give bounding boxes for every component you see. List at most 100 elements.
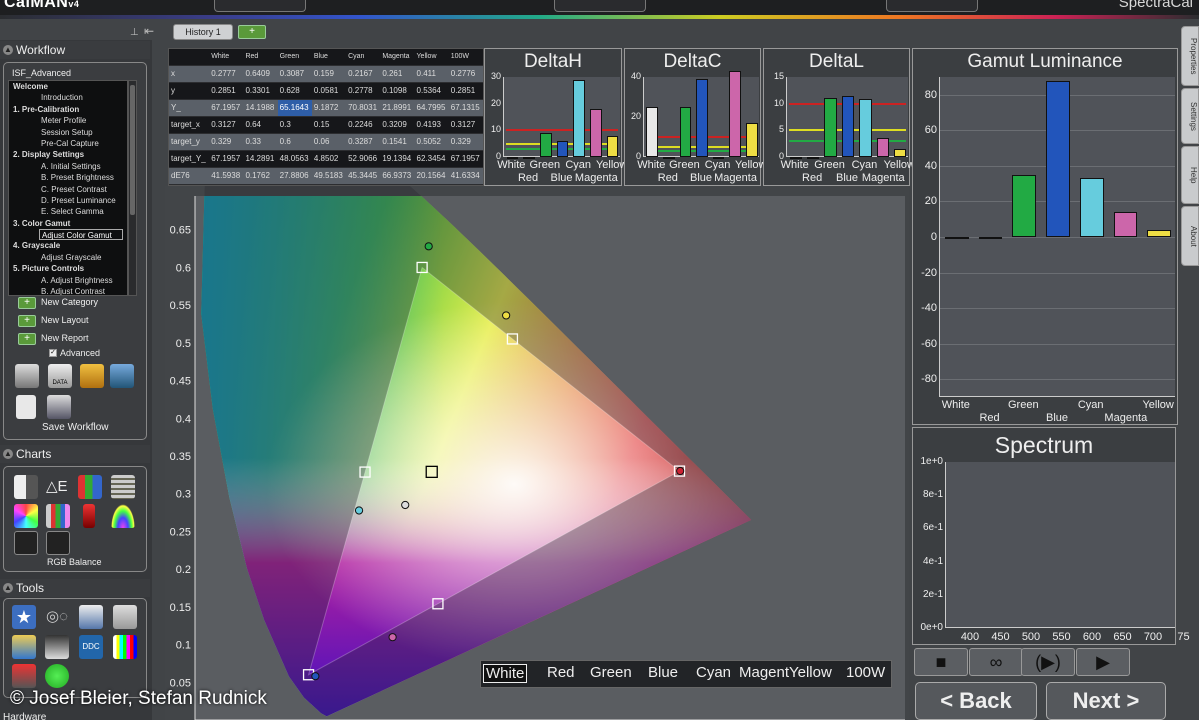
grid-row[interactable]: target_x 0.3127 0.64 0.3 0.15 0.2246 0.3209 0.4… — [169, 116, 483, 134]
grid-cell[interactable]: 0.2778 — [346, 82, 381, 100]
grid-row[interactable]: target_y 0.329 0.33 0.6 0.06 0.3287 0.1541 0.50… — [169, 133, 483, 151]
grid-cell[interactable]: 14.2891 — [243, 150, 278, 168]
workflow-step[interactable]: Pre-Cal Capture — [9, 138, 127, 149]
rgb-balance-icon[interactable] — [14, 531, 38, 555]
play-cycle-button[interactable]: (▶) — [1021, 648, 1075, 676]
color-selector[interactable]: White Red Green Blue Cyan Magent Yellow 100W — [480, 660, 892, 688]
grid-column-header[interactable]: White — [209, 49, 244, 66]
loop-button[interactable]: ∞ — [969, 648, 1023, 676]
new-report-plus-icon[interactable]: + — [18, 333, 36, 345]
grid-cell[interactable]: 62.3454 — [414, 150, 449, 168]
grid-cell[interactable]: 4.8502 — [311, 150, 347, 168]
workflow-step[interactable]: B. Preset Brightness — [9, 172, 127, 183]
workflow-step[interactable]: Meter Profile — [9, 115, 127, 126]
export-folder-icon[interactable] — [110, 364, 134, 388]
grid-cell[interactable]: 0.261 — [380, 65, 415, 83]
workflow-step[interactable]: Adjust Color Gamut — [39, 229, 123, 241]
workflow-scrollbar[interactable] — [128, 80, 137, 296]
grid-cell[interactable]: 67.1957 — [448, 150, 483, 168]
clipboard-tool-icon[interactable] — [113, 605, 137, 629]
rgb-bar-chart-icon[interactable] — [78, 475, 102, 499]
top-menu-button-2[interactable] — [554, 0, 646, 12]
stop-button[interactable]: ■ — [914, 648, 968, 676]
grid-row[interactable]: Y_ 67.1957 14.1988 65.1643 9.1872 70.8031 21.8… — [169, 99, 483, 117]
back-arrow-icon[interactable]: ⇤ — [144, 24, 162, 38]
grid-cell[interactable]: 0.3301 — [243, 82, 278, 100]
grid-column-header[interactable]: Green — [277, 49, 312, 66]
grid-cell[interactable]: 41.6334 — [448, 167, 483, 185]
grid-cell[interactable]: 0.3287 — [346, 133, 381, 151]
save-workflow-icon[interactable] — [47, 395, 71, 419]
workflow-step[interactable]: B. Adjust Contrast — [9, 286, 127, 295]
ddc-tool-icon[interactable]: DDC — [79, 635, 103, 659]
next-button[interactable]: Next > — [1046, 682, 1166, 720]
new-layout-button[interactable]: New Layout — [41, 315, 89, 325]
grid-cell[interactable]: 0.1541 — [380, 133, 415, 151]
grid-cell[interactable]: 0.3209 — [380, 116, 415, 134]
grid-cell[interactable]: 0.06 — [311, 133, 347, 151]
grid-cell[interactable]: 0.0581 — [311, 82, 347, 100]
workflow-section[interactable]: 3. Color Gamut — [9, 218, 127, 229]
workflow-header[interactable]: ▲ Workflow — [0, 41, 150, 59]
workflow-step[interactable]: Introduction — [9, 92, 127, 103]
top-menu-button-3[interactable] — [886, 0, 978, 12]
grid-cell[interactable]: 0.411 — [414, 65, 449, 83]
open-folder-icon[interactable] — [80, 364, 104, 388]
grid-cell[interactable]: 0.5052 — [414, 133, 449, 151]
charts-header[interactable]: ▲ Charts — [0, 445, 150, 463]
advanced-checkbox[interactable]: ✓ — [49, 349, 57, 357]
grid-cell[interactable]: 0.1098 — [380, 82, 415, 100]
color-option-white[interactable]: White — [483, 664, 528, 683]
grid-cell[interactable]: 0.329 — [209, 133, 244, 151]
workflow-section[interactable]: 5. Picture Controls — [9, 263, 127, 274]
color-option-magent[interactable]: Magent — [739, 664, 789, 681]
grid-cell[interactable]: 0.2167 — [346, 65, 381, 83]
new-report-button[interactable]: New Report — [41, 333, 89, 343]
grid-column-header[interactable]: Yellow — [414, 49, 449, 66]
grid-cell[interactable]: 9.1872 — [311, 99, 347, 117]
grid-cell[interactable]: 0.3127 — [209, 116, 244, 134]
grid-cell[interactable]: 67.1957 — [209, 99, 244, 117]
grid-cell[interactable]: 41.5938 — [209, 167, 244, 185]
grid-row-label[interactable]: y — [169, 82, 210, 100]
grid-cell[interactable]: 66.9373 — [380, 167, 415, 185]
color-option-yellow[interactable]: Yellow — [789, 664, 832, 681]
pin-icon[interactable]: ⊥ — [130, 27, 139, 39]
grid-cell[interactable]: 0.2776 — [448, 65, 483, 83]
color-option-100w[interactable]: 100W — [846, 664, 885, 681]
grid-column-header[interactable] — [169, 49, 210, 66]
grid-cell[interactable]: 0.628 — [277, 82, 312, 100]
new-category-button[interactable]: New Category — [41, 297, 98, 307]
grid-row-label[interactable]: target_y — [169, 133, 210, 151]
grid-cell[interactable]: 0.3 — [277, 116, 312, 134]
grid-cell[interactable]: 0.3127 — [448, 116, 483, 134]
grid-cell[interactable]: 0.2246 — [346, 116, 381, 134]
grid-cell[interactable]: 14.1988 — [243, 99, 278, 117]
workflow-step[interactable]: E. Select Gamma — [9, 206, 127, 217]
printer-icon[interactable] — [15, 364, 39, 388]
tab-about[interactable]: About — [1181, 206, 1199, 266]
grid-cell[interactable]: 0.159 — [311, 65, 347, 83]
workflow-step[interactable]: C. Preset Contrast — [9, 184, 127, 195]
grid-cell[interactable]: 0.2851 — [209, 82, 244, 100]
tab-history-1[interactable]: History 1 — [173, 24, 233, 40]
grid-cell[interactable]: 65.1643 — [277, 99, 312, 117]
grid-cell[interactable]: 49.5183 — [311, 167, 347, 185]
grid-row[interactable]: y 0.2851 0.3301 0.628 0.0581 0.2778 0.1098 0.53… — [169, 82, 483, 100]
color-option-green[interactable]: Green — [590, 664, 632, 681]
grid-cell[interactable]: 64.7995 — [414, 99, 449, 117]
table-chart-icon[interactable] — [111, 475, 135, 499]
collapse-icon[interactable]: ▲ — [3, 583, 13, 593]
workflow-step[interactable]: A. Adjust Brightness — [9, 275, 127, 286]
spectrum-chart-icon[interactable] — [111, 504, 135, 528]
grid-cell[interactable]: 70.8031 — [346, 99, 381, 117]
tab-properties[interactable]: Properties — [1181, 26, 1199, 86]
workflow-section[interactable]: 4. Grayscale — [9, 240, 127, 251]
grid-cell[interactable]: 0.1762 — [243, 167, 278, 185]
grid-row[interactable]: target_Y_ 67.1957 14.2891 48.0563 4.8502 52.9… — [169, 150, 483, 168]
grid-cell[interactable]: 21.8991 — [380, 99, 415, 117]
grid-column-header[interactable]: 100W — [448, 49, 483, 66]
workflow-step[interactable]: A. Initial Settings — [9, 161, 127, 172]
grid-column-header[interactable]: Cyan — [346, 49, 381, 66]
grid-cell[interactable]: 0.6409 — [243, 65, 278, 83]
